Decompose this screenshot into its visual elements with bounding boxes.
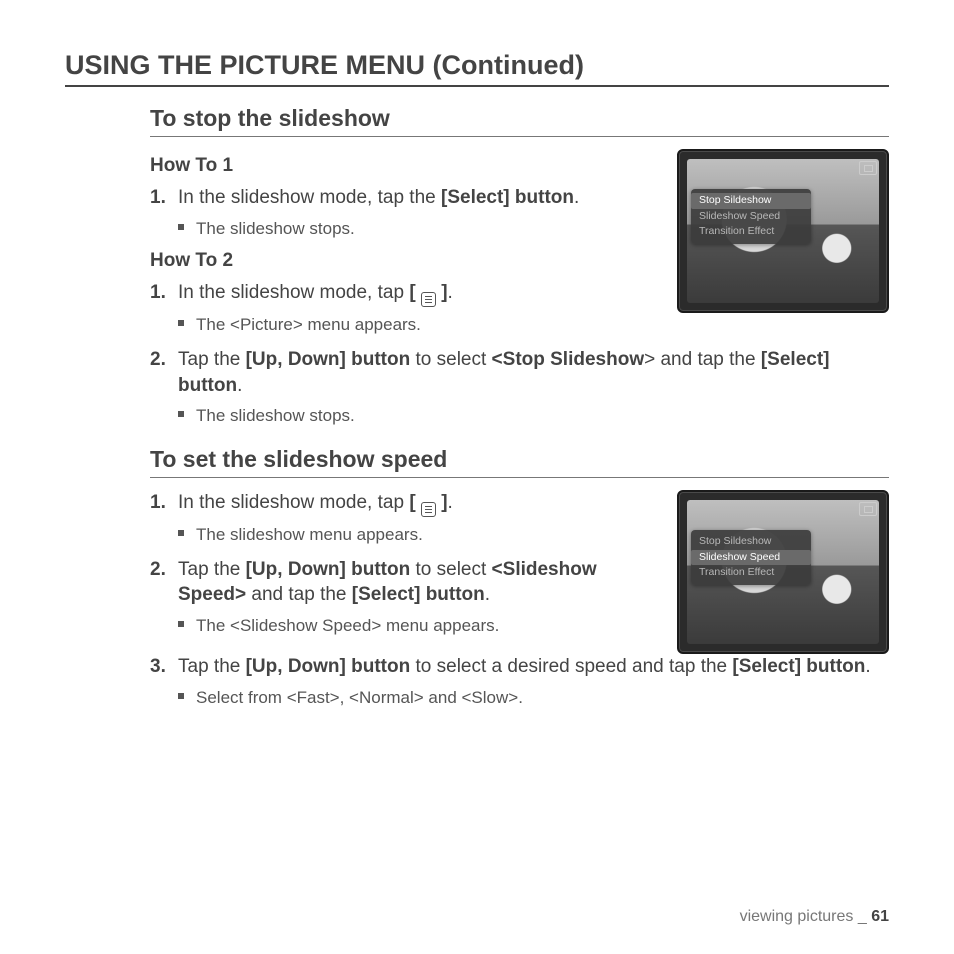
picture-mode-icon	[859, 161, 877, 175]
section-heading: To set the slideshow speed	[150, 446, 889, 478]
step-2: 2. Tap the [Up, Down] button to select <…	[150, 557, 659, 638]
howto-2-label: How To 2	[150, 250, 659, 272]
page-title: USING THE PICTURE MENU (Continued)	[65, 50, 889, 87]
picture-mode-icon	[859, 502, 877, 516]
step-1: 1. In the slideshow mode, tap [ ]. The <…	[150, 280, 659, 337]
device-figure-2: Stop Sildeshow Slideshow Speed Transitio…	[677, 490, 889, 654]
bullet: Select from <Fast>, <Normal> and <Slow>.	[178, 686, 889, 710]
step-1: 1. In the slideshow mode, tap [ ]. The s…	[150, 490, 659, 547]
step-text: Tap the [Up, Down] button to select <Sto…	[178, 349, 830, 396]
bullet: The slideshow stops.	[178, 217, 659, 241]
device-menu-item: Transition Effect	[691, 565, 811, 581]
device-menu-item: Stop Sildeshow	[691, 193, 811, 209]
step-1: 1. In the slideshow mode, tap the [Selec…	[150, 185, 659, 240]
section-slideshow-speed: To set the slideshow speed 1. In the sli…	[65, 446, 889, 709]
bullet: The <Slideshow Speed> menu appears.	[178, 614, 659, 638]
device-menu-item: Slideshow Speed	[691, 550, 811, 566]
bullet: The slideshow menu appears.	[178, 523, 659, 547]
device-menu-item: Stop Sildeshow	[691, 534, 811, 550]
step-text: In the slideshow mode, tap the [Select] …	[178, 187, 579, 208]
section-body: 1. In the slideshow mode, tap [ ]. The s…	[150, 490, 889, 709]
device-menu: Stop Sildeshow Slideshow Speed Transitio…	[691, 189, 811, 244]
footer-section: viewing pictures	[740, 908, 854, 925]
step-text: Tap the [Up, Down] button to select <Sli…	[178, 559, 597, 606]
step-2: 2. Tap the [Up, Down] button to select <…	[150, 347, 889, 428]
device-menu-item: Slideshow Speed	[691, 209, 811, 225]
step-text: In the slideshow mode, tap [ ].	[178, 492, 453, 513]
page-footer: viewing pictures _ 61	[740, 908, 889, 926]
device-menu-item: Transition Effect	[691, 224, 811, 240]
section-body: How To 1 1. In the slideshow mode, tap t…	[150, 149, 889, 428]
step-text: In the slideshow mode, tap [ ].	[178, 282, 453, 303]
section-stop-slideshow: To stop the slideshow How To 1 1. In the…	[65, 105, 889, 428]
bullet: The <Picture> menu appears.	[178, 313, 659, 337]
step-text: Tap the [Up, Down] button to select a de…	[178, 656, 871, 677]
page-number: 61	[871, 908, 889, 925]
device-figure-1: Stop Sildeshow Slideshow Speed Transitio…	[677, 149, 889, 313]
bullet: The slideshow stops.	[178, 404, 889, 428]
manual-page: USING THE PICTURE MENU (Continued) To st…	[0, 0, 954, 954]
howto-1-label: How To 1	[150, 155, 659, 177]
device-menu: Stop Sildeshow Slideshow Speed Transitio…	[691, 530, 811, 585]
menu-icon	[421, 292, 436, 307]
section-heading: To stop the slideshow	[150, 105, 889, 137]
menu-icon	[421, 502, 436, 517]
step-3: 3. Tap the [Up, Down] button to select a…	[150, 654, 889, 709]
